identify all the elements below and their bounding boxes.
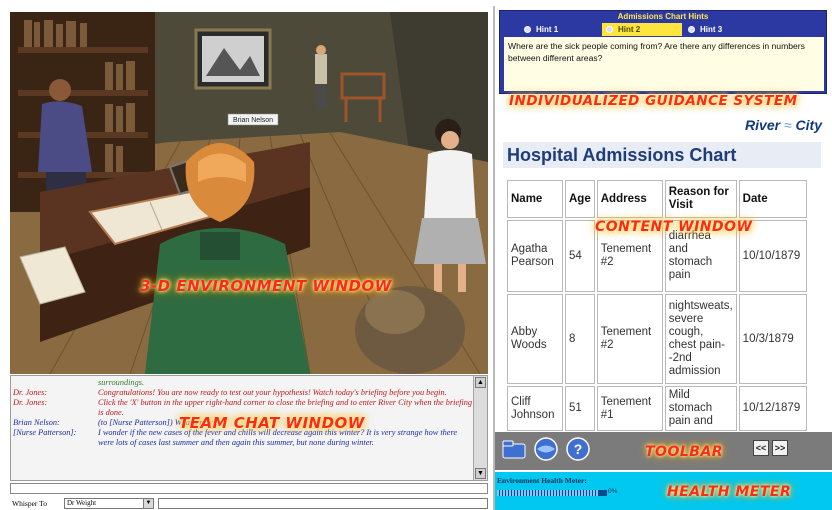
table-row: Abby Woods 8 Tenement #2 nightsweats, se… (507, 294, 807, 384)
hint-tab-2[interactable]: Hint 2 (602, 23, 682, 36)
cell-date: 10/12/1879 (738, 386, 807, 431)
chat-speaker: Dr. Jones: (13, 398, 48, 407)
toolbar: ? TOOLBAR << >> (495, 432, 832, 470)
cell-reason: Mild stomach pain and (664, 386, 737, 431)
cell-address: Tenement #1 (596, 386, 663, 431)
chevron-down-icon[interactable]: ▼ (143, 499, 153, 508)
chat-speaker: Brian Nelson: (13, 418, 60, 427)
whisper-message-input[interactable] (158, 498, 488, 509)
brand-left: River (745, 117, 781, 133)
cell-age: 8 (565, 294, 595, 384)
cell-date: 10/3/1879 (738, 294, 807, 384)
content-window-label: CONTENT WINDOW (595, 219, 753, 235)
health-meter-label: Environment Health Meter: (497, 476, 587, 485)
health-meter: Environment Health Meter: 0% HEALTH METE… (495, 472, 832, 510)
chat-scrollbar[interactable]: ▲ ▼ (473, 376, 487, 480)
hint-tab-label: Hint 3 (700, 25, 723, 34)
chat-text: surroundings. (98, 378, 145, 387)
3d-environment-view[interactable]: Brian Nelson 3-D ENVIRONMENT WINDOW (10, 12, 488, 374)
brand-right: City (795, 117, 822, 133)
hints-panel: Admissions Chart Hints Hint 1 Hint 2 Hin… (499, 10, 827, 94)
column-header: Reason for Visit (664, 180, 737, 218)
chat-message: surroundings. (13, 378, 473, 388)
health-meter-label-overlay: HEALTH METER (667, 484, 792, 500)
health-meter-bar (497, 490, 607, 496)
svg-text:?: ? (574, 441, 583, 457)
table-header: Name Age Address Reason for Visit Date (507, 180, 807, 218)
scroll-down-icon[interactable]: ▼ (475, 468, 486, 479)
hint-tab-3[interactable]: Hint 3 (684, 23, 764, 36)
wave-icon: ≈ (780, 117, 796, 133)
3d-environment-label: 3-D ENVIRONMENT WINDOW (140, 277, 392, 295)
globe-icon[interactable] (533, 436, 559, 462)
hints-title: Admissions Chart Hints (617, 12, 709, 21)
help-icon[interactable]: ? (565, 436, 591, 462)
content-window[interactable]: Name Age Address Reason for Visit Date A… (505, 178, 813, 436)
scroll-up-icon[interactable]: ▲ (475, 377, 486, 388)
guidance-system-label: INDIVIDUALIZED GUIDANCE SYSTEM (509, 93, 798, 109)
cell-address: Tenement #2 (596, 294, 663, 384)
page-title: Hospital Admissions Chart (503, 142, 821, 168)
whisper-target-value: Dr Weight (67, 499, 97, 507)
toolbar-label: TOOLBAR (645, 444, 724, 460)
team-chat-label: TEAM CHAT WINDOW (179, 414, 365, 432)
column-header: Age (565, 180, 595, 218)
hint-tab-label: Hint 1 (536, 25, 559, 34)
chat-text: Congratulations! You are now ready to te… (98, 388, 447, 397)
whisper-target-select[interactable]: Dr Weight ▼ (64, 498, 154, 509)
table-row: Cliff Johnson 51 Tenement #1 Mild stomac… (507, 386, 807, 431)
whisper-label: Whisper To (12, 499, 47, 508)
next-page-button[interactable]: >> (772, 440, 788, 456)
chat-input[interactable] (10, 483, 488, 494)
previous-page-button[interactable]: << (753, 440, 769, 456)
chat-message: Dr. Jones: Congratulations! You are now r… (13, 388, 473, 398)
river-city-logo: River ≈ City (745, 117, 822, 133)
chat-speaker: [Nurse Patterson]: (13, 428, 77, 437)
cell-name: Agatha Pearson (507, 220, 563, 292)
health-meter-fill (497, 490, 599, 496)
avatar-nametag: Brian Nelson (233, 117, 273, 124)
admissions-table: Name Age Address Reason for Visit Date A… (505, 178, 809, 433)
right-panel: Admissions Chart Hints Hint 1 Hint 2 Hin… (493, 6, 832, 510)
radio-icon (606, 26, 613, 33)
hint-tab-1[interactable]: Hint 1 (520, 23, 600, 36)
hint-tab-label: Hint 2 (618, 25, 641, 34)
radio-icon (524, 26, 531, 33)
health-meter-percent: 0% (608, 488, 618, 495)
cell-age: 54 (565, 220, 595, 292)
cell-name: Abby Woods (507, 294, 563, 384)
column-header: Name (507, 180, 563, 218)
cell-name: Cliff Johnson (507, 386, 563, 431)
folder-icon[interactable] (501, 436, 527, 462)
column-header: Date (738, 180, 807, 218)
chat-speaker (13, 378, 98, 388)
cell-age: 51 (565, 386, 595, 431)
hint-text: Where are the sick people coming from? A… (504, 37, 824, 91)
whisper-row: Whisper To Dr Weight ▼ (10, 497, 488, 510)
chat-speaker: Dr. Jones: (13, 388, 48, 397)
column-header: Address (596, 180, 663, 218)
cell-reason: nightsweats, severe cough, chest pain--2… (664, 294, 737, 384)
radio-icon (688, 26, 695, 33)
3d-scene[interactable]: Brian Nelson (10, 12, 488, 374)
team-chat-window[interactable]: surroundings. Dr. Jones: Congratulations! … (10, 375, 488, 481)
